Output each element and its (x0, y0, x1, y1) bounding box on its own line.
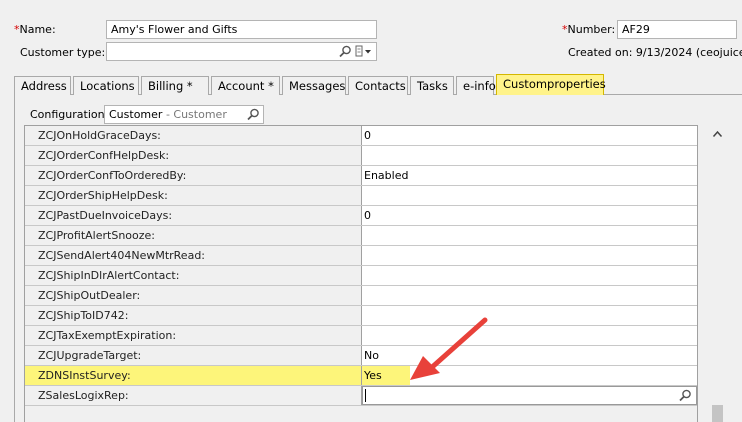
tab-billing[interactable]: Billing * (141, 76, 209, 95)
property-name: ZCJShipInDlrAlertContact: (25, 266, 362, 285)
property-name: ZCJOrderConfToOrderedBy: (25, 166, 362, 185)
created-on-text: Created on: 9/13/2024 (ceojuice) (568, 46, 742, 59)
property-grid: ZCJOnHoldGraceDays: 0 ZCJOrderConfHelpDes… (24, 125, 698, 422)
tab-address[interactable]: Address (14, 76, 71, 95)
tab-customproperties[interactable]: Customproperties (496, 74, 606, 95)
property-row: ZCJShipInDlrAlertContact: (25, 266, 697, 286)
property-name: ZCJShipOutDealer: (25, 286, 362, 305)
property-row: ZCJOnHoldGraceDays: 0 (25, 126, 697, 146)
configuration-sub-value: - Customer (165, 108, 227, 121)
name-field[interactable]: Amy's Flower and Gifts (106, 20, 377, 39)
property-row: ZCJSendAlert404NewMtrRead: (25, 246, 697, 266)
configuration-value: Customer (109, 108, 163, 121)
property-value[interactable]: 0 (362, 126, 697, 145)
magnifier-icon[interactable] (679, 389, 692, 402)
property-value[interactable] (362, 186, 697, 205)
customer-type-label: Customer type: (20, 46, 106, 59)
property-row-highlighted: ZDNSInstSurvey: Yes (25, 366, 697, 386)
scrollbar-thumb[interactable] (712, 405, 723, 422)
number-label: *Number: (562, 23, 616, 36)
property-value[interactable] (362, 286, 697, 305)
tab-account[interactable]: Account * (211, 76, 280, 95)
property-name: ZCJOrderConfHelpDesk: (25, 146, 362, 165)
number-field[interactable]: AF29 (617, 20, 737, 39)
property-value[interactable] (362, 266, 697, 285)
property-row: ZCJUpgradeTarget: No (25, 346, 697, 366)
property-row: ZSalesLogixRep: (25, 386, 697, 406)
property-name: ZCJShipToID742: (25, 306, 362, 325)
property-name: ZCJOrderShipHelpDesk: (25, 186, 362, 205)
property-name: ZSalesLogixRep: (25, 386, 362, 405)
scroll-up-arrow-icon[interactable] (712, 130, 723, 138)
property-row: ZCJOrderConfToOrderedBy: Enabled (25, 166, 697, 186)
property-row: ZCJOrderConfHelpDesk: (25, 146, 697, 166)
property-row: ZCJOrderShipHelpDesk: (25, 186, 697, 206)
vertical-scrollbar[interactable] (709, 125, 726, 422)
property-name: ZCJTaxExemptExpiration: (25, 326, 362, 345)
magnifier-icon[interactable] (247, 108, 260, 121)
configuration-label: Configuration: (30, 108, 109, 121)
property-value[interactable] (362, 226, 697, 245)
property-name: ZCJProfitAlertSnooze: (25, 226, 362, 245)
tab-messages[interactable]: Messages (282, 76, 346, 95)
property-name: ZCJUpgradeTarget: (25, 346, 362, 365)
customer-type-field[interactable] (106, 42, 377, 61)
tab-e-info[interactable]: e-info (456, 76, 496, 95)
property-value[interactable] (362, 246, 697, 265)
red-arrow-annotation (410, 317, 488, 380)
configuration-field[interactable]: Customer - Customer (104, 105, 264, 124)
property-value[interactable]: 0 (362, 206, 697, 225)
property-name: ZDNSInstSurvey: (25, 366, 362, 385)
tab-locations[interactable]: Locations (73, 76, 139, 95)
tab-contacts[interactable]: Contacts (348, 76, 408, 95)
property-row: ZCJTaxExemptExpiration: (25, 326, 697, 346)
property-row: ZCJPastDueInvoiceDays: 0 (25, 206, 697, 226)
property-value[interactable]: Enabled (362, 166, 697, 185)
property-row: ZCJShipOutDealer: (25, 286, 697, 306)
dropdown-icon[interactable] (355, 45, 373, 58)
property-value[interactable] (362, 146, 697, 165)
property-name: ZCJOnHoldGraceDays: (25, 126, 362, 145)
tab-tasks[interactable]: Tasks (410, 76, 454, 95)
name-label: *Name: (14, 23, 56, 36)
property-name: ZCJSendAlert404NewMtrRead: (25, 246, 362, 265)
property-row: ZCJProfitAlertSnooze: (25, 226, 697, 246)
property-row: ZCJShipToID742: (25, 306, 697, 326)
text-caret (365, 389, 366, 402)
property-value-editing[interactable] (362, 386, 697, 405)
magnifier-icon[interactable] (339, 45, 352, 58)
property-name: ZCJPastDueInvoiceDays: (25, 206, 362, 225)
